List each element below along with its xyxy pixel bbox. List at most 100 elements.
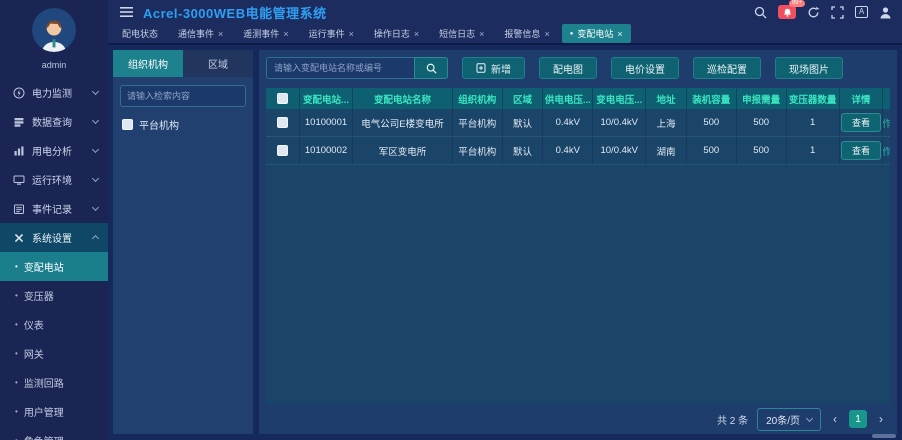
notifications-button[interactable]: 99+ <box>778 5 796 19</box>
cell-id: 10100001 <box>300 109 353 137</box>
cell-transformer-count: 1 <box>787 137 840 165</box>
add-doc-icon <box>476 63 486 73</box>
tab-distribution-status[interactable]: 配电状态 <box>114 24 166 43</box>
tree-search-input[interactable] <box>120 85 246 107</box>
bullet-icon: • <box>15 291 18 300</box>
sidebar-item-system-settings[interactable]: 系统设置 <box>0 223 108 252</box>
submenu-item-transformer[interactable]: • 变压器 <box>0 281 108 310</box>
main-area: Acrel-3000WEB电能管理系统 99+ A 配电状态 通信事件× 遥测事… <box>108 0 902 440</box>
site-photos-button[interactable]: 现场图片 <box>775 57 843 79</box>
table-header-row: 变配电站... 变配电站名称 组织机构 区域 供电电压... 变电电压... 地… <box>266 88 890 109</box>
close-icon[interactable]: × <box>617 29 622 39</box>
checkbox[interactable] <box>122 119 133 130</box>
add-button[interactable]: 新增 <box>462 57 525 79</box>
submenu-item-role-mgmt[interactable]: •角色管理 <box>0 426 108 440</box>
tab-label: 变配电站 <box>577 27 613 40</box>
user-icon[interactable] <box>879 6 892 19</box>
tab-operation-log[interactable]: 操作日志 × <box>366 24 427 43</box>
close-icon[interactable]: × <box>479 29 484 39</box>
submenu-item-user-mgmt[interactable]: •用户管理 <box>0 397 108 426</box>
action-dropdown[interactable]: 操作 <box>883 144 890 158</box>
table-row[interactable]: 10100002 军区变电所 平台机构 默认 0.4kV 10/0.4kV 湖南… <box>266 137 890 165</box>
action-dropdown[interactable]: 操作 <box>883 116 890 130</box>
table-empty-space <box>266 165 890 404</box>
row-checkbox[interactable] <box>277 145 288 156</box>
sidebar-item-label: 数据查询 <box>32 114 93 129</box>
usage-analysis-icon <box>13 145 25 157</box>
tab-run-events[interactable]: 运行事件 × <box>301 24 362 43</box>
submenu-label: 变压器 <box>24 288 54 303</box>
tree-tab-region[interactable]: 区域 <box>183 50 253 77</box>
submenu-item-substation[interactable]: •变配电站 <box>0 252 108 281</box>
sidebar-item-power-monitor[interactable]: 电力监测 <box>0 78 108 107</box>
close-icon[interactable]: × <box>283 29 288 39</box>
page-number-1[interactable]: 1 <box>849 410 867 428</box>
prev-page-button[interactable]: ‹ <box>830 412 840 426</box>
sidebar-submenu: •变配电站 •变压器 •仪表 •网关 •监测回路 •用户管理 •角色管理 •视频… <box>0 252 108 440</box>
station-search-button[interactable] <box>414 57 448 79</box>
close-icon[interactable]: × <box>544 29 549 39</box>
next-page-button[interactable]: › <box>876 412 886 426</box>
submenu-item-monitor-circuit[interactable]: •监测回路 <box>0 368 108 397</box>
active-dot-icon: ● <box>570 31 574 37</box>
sidebar-item-label: 系统设置 <box>32 230 93 245</box>
cell-area: 默认 <box>503 109 544 137</box>
event-log-icon <box>13 203 25 215</box>
bullet-icon: • <box>15 320 18 329</box>
close-icon[interactable]: × <box>349 29 354 39</box>
search-icon[interactable] <box>754 6 767 19</box>
cell-detail: 查看 <box>840 137 884 165</box>
tab-label: 操作日志 <box>374 27 410 40</box>
tree-node-platform[interactable]: 平台机构 <box>113 113 253 136</box>
sidebar-item-usage-analysis[interactable]: 用电分析 <box>0 136 108 165</box>
close-icon[interactable]: × <box>218 29 223 39</box>
tab-telemetry-events[interactable]: 遥测事件× <box>235 24 296 43</box>
inspection-config-button[interactable]: 巡检配置 <box>693 57 761 79</box>
row-checkbox[interactable] <box>277 117 288 128</box>
tab-sms-log[interactable]: 短信日志× <box>431 24 492 43</box>
user-profile[interactable]: admin <box>0 0 108 74</box>
row-checkbox-cell <box>266 109 300 137</box>
cell-demand: 500 <box>737 137 787 165</box>
chevron-down-icon <box>92 146 99 153</box>
select-all-checkbox[interactable] <box>277 93 288 104</box>
submenu-item-meter[interactable]: • 仪表 <box>0 310 108 339</box>
bullet-icon: • <box>15 378 18 387</box>
fullscreen-icon[interactable] <box>831 6 844 19</box>
total-count: 共 2 条 <box>717 412 748 427</box>
sidebar-item-event-log[interactable]: 事件记录 <box>0 194 108 223</box>
col-header-id: 变配电站... <box>300 88 353 109</box>
view-button[interactable]: 查看 <box>841 113 881 132</box>
chevron-up-icon <box>92 235 99 242</box>
language-icon[interactable]: A <box>855 6 868 18</box>
cell-name: 军区变电所 <box>353 137 453 165</box>
tree-tab-organization[interactable]: 组织机构 <box>113 50 183 77</box>
close-icon[interactable]: × <box>414 29 419 39</box>
page-size-select[interactable]: 20条/页 <box>757 408 821 431</box>
sidebar-item-data-query[interactable]: 数据查询 <box>0 107 108 136</box>
station-search-input[interactable] <box>266 57 414 79</box>
submenu-label: 仪表 <box>24 317 44 332</box>
cell-capacity: 500 <box>687 137 737 165</box>
app-title: Acrel-3000WEB电能管理系统 <box>143 3 327 22</box>
distribution-diagram-button[interactable]: 配电图 <box>539 57 597 79</box>
submenu-item-gateway[interactable]: •网关 <box>0 339 108 368</box>
sidebar-item-environment[interactable]: 运行环境 <box>0 165 108 194</box>
refresh-icon[interactable] <box>807 6 820 19</box>
tab-comm-events[interactable]: 通信事件× <box>170 24 231 43</box>
chevron-down-icon <box>92 204 99 211</box>
scrollbar-handle[interactable] <box>872 434 896 438</box>
submenu-label: 网关 <box>24 346 44 361</box>
tab-substation[interactable]: ●变配电站 × <box>562 24 631 43</box>
tab-label: 运行事件 <box>309 27 345 40</box>
tab-alarm-info[interactable]: 报警信息× <box>496 24 557 43</box>
col-header-area: 区域 <box>503 88 544 109</box>
view-button[interactable]: 查看 <box>841 141 881 160</box>
chevron-down-icon <box>806 414 813 421</box>
price-settings-button[interactable]: 电价设置 <box>611 57 679 79</box>
hamburger-menu-icon[interactable] <box>120 7 133 17</box>
table-row[interactable]: 10100001 电气公司E楼变电所 平台机构 默认 0.4kV 10/0.4k… <box>266 109 890 137</box>
row-checkbox-cell <box>266 137 300 165</box>
cell-address: 湖南 <box>646 137 687 165</box>
chevron-down-icon <box>92 88 99 95</box>
